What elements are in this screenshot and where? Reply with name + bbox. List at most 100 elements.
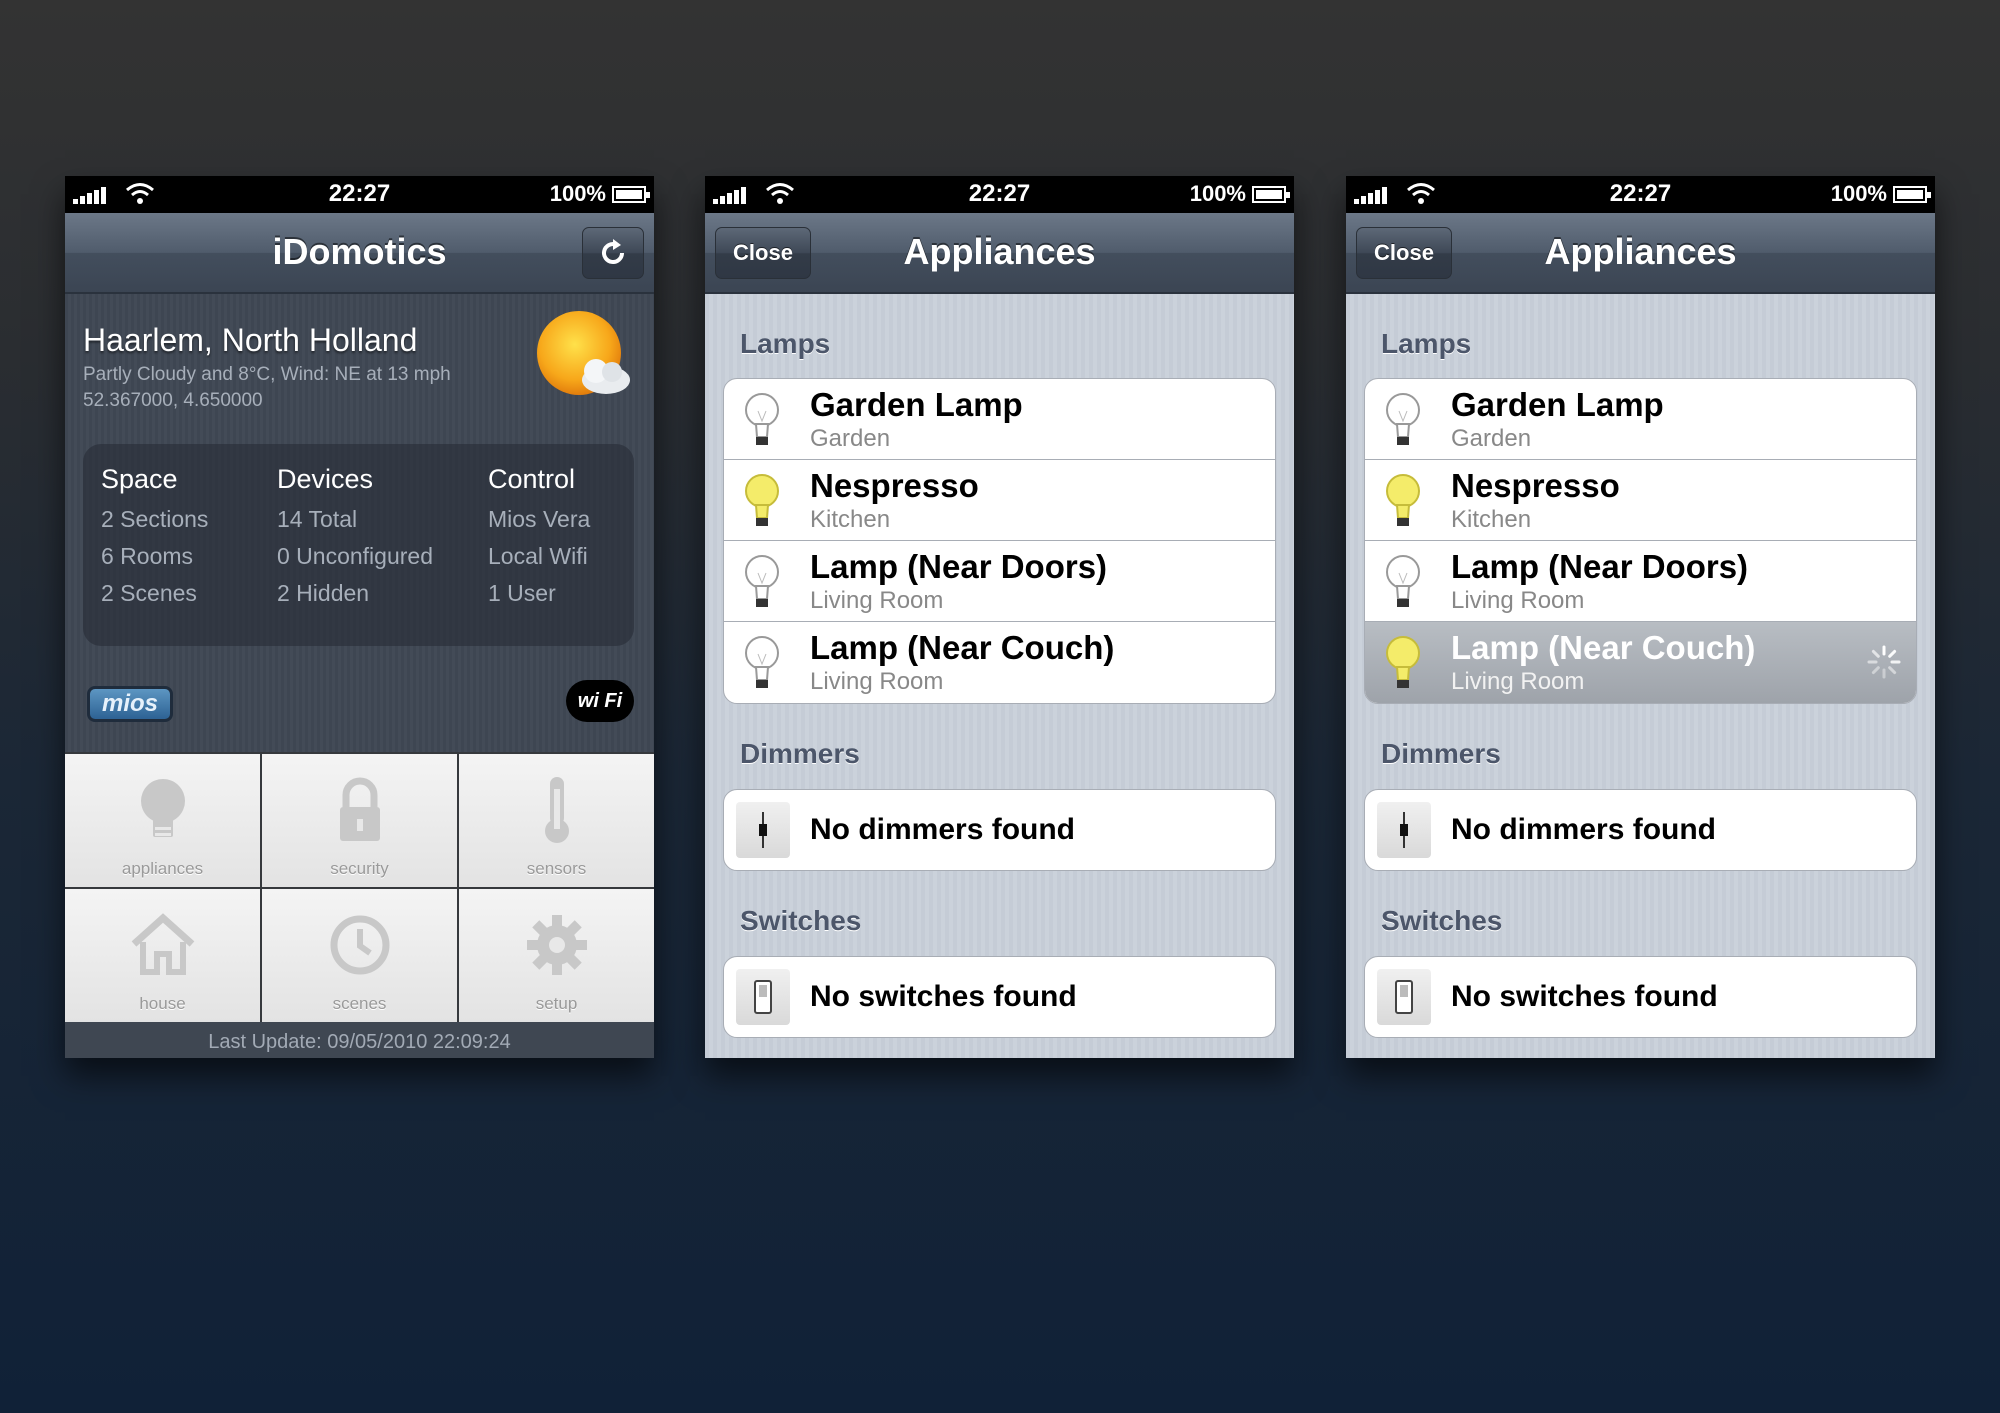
lamps-section-title: Lamps (1381, 328, 1472, 359)
thermometer-icon (522, 774, 592, 846)
tile-label: setup (535, 994, 578, 1013)
control-stats: Control Mios Vera Local Wifi 1 User (488, 464, 590, 612)
location-title: Haarlem, North Holland (83, 322, 418, 358)
lamp-row[interactable]: Nespresso Kitchen (1365, 460, 1916, 541)
scenes-tile[interactable]: scenes (262, 889, 457, 1022)
lamp-row-selected[interactable]: Lamp (Near Couch) Living Room (1365, 622, 1916, 703)
dimmers-section-title: Dimmers (740, 738, 860, 769)
clock-icon (325, 909, 395, 981)
loading-spinner-icon (1867, 645, 1901, 679)
status-bar: 22:27 100% (1346, 176, 1935, 213)
nav-bar: Close Appliances (705, 213, 1294, 294)
lamp-row[interactable]: Nespresso Kitchen (724, 460, 1275, 541)
switch-icon (1377, 969, 1431, 1025)
security-tile[interactable]: security (262, 754, 457, 887)
dimmer-icon (736, 802, 790, 858)
nav-bar: Close Appliances (1346, 213, 1935, 294)
lightbulb-on-icon (745, 474, 779, 526)
no-switches-row: No switches found (724, 957, 1275, 1037)
home-screen: 22:27 100% iDomotics Haarlem, North Holl… (65, 176, 654, 1058)
switch-icon (736, 969, 790, 1025)
lamp-room: Living Room (810, 587, 944, 614)
switches-section-title: Switches (1381, 905, 1503, 936)
tile-label: security (330, 859, 389, 878)
lamp-row[interactable]: Lamp (Near Doors) Living Room (1365, 541, 1916, 622)
screen-title: Appliances (1544, 231, 1737, 272)
dimmers-group: No dimmers found (1364, 789, 1917, 871)
appliances-screen: 22:27 100% Close Appliances Lamps Garden… (705, 176, 1294, 1058)
refresh-button[interactable] (582, 227, 644, 279)
battery-icon (612, 186, 650, 203)
switches-group: No switches found (1364, 956, 1917, 1038)
devices-stats: Devices 14 Total 0 Unconfigured 2 Hidden (277, 464, 433, 612)
stats-panel: Space 2 Sections 6 Rooms 2 Scenes Device… (83, 444, 634, 646)
dimmer-icon (1377, 802, 1431, 858)
space-line: 2 Sections (101, 506, 209, 532)
devices-heading: Devices (277, 464, 374, 494)
battery-percent: 100% (1189, 181, 1246, 206)
lamp-row[interactable]: Garden Lamp Garden (1365, 379, 1916, 460)
control-heading: Control (488, 464, 576, 494)
control-line: Mios Vera (488, 506, 591, 532)
house-tile[interactable]: house (65, 889, 260, 1022)
devices-line: 0 Unconfigured (277, 543, 433, 569)
status-bar: 22:27 100% (65, 176, 654, 213)
app-title: iDomotics (272, 231, 447, 272)
lamp-name: Lamp (Near Couch) (1451, 629, 1756, 666)
partly-cloudy-icon (537, 311, 630, 395)
tile-label: scenes (332, 994, 387, 1013)
setup-tile[interactable]: setup (459, 889, 654, 1022)
battery-percent: 100% (1830, 181, 1887, 206)
lightbulb-icon (128, 774, 198, 846)
lightbulb-on-icon (1386, 474, 1420, 526)
no-dimmers-row: No dimmers found (1365, 790, 1916, 870)
lamp-row[interactable]: Lamp (Near Doors) Living Room (724, 541, 1275, 622)
last-update: Last Update: 09/05/2010 22:09:24 (65, 1022, 654, 1058)
lamp-room: Kitchen (810, 506, 891, 533)
lamp-room: Living Room (1451, 668, 1585, 695)
lightbulb-off-icon (745, 393, 779, 445)
lamp-name: Garden Lamp (810, 386, 1023, 423)
lightbulb-off-icon (745, 636, 779, 688)
dimmers-section-title: Dimmers (1381, 738, 1501, 769)
devices-line: 14 Total (277, 506, 358, 532)
lamp-row[interactable]: Garden Lamp Garden (724, 379, 1275, 460)
no-switches-text: No switches found (810, 980, 1077, 1013)
sensors-tile[interactable]: sensors (459, 754, 654, 887)
gear-icon (522, 909, 592, 981)
lamp-room: Garden (1451, 425, 1532, 452)
battery-icon (1252, 186, 1290, 203)
appliances-tile[interactable]: appliances (65, 754, 260, 887)
lamp-room: Living Room (810, 668, 944, 695)
lamps-group: Garden Lamp Garden Nespresso Kitchen Lam… (1364, 378, 1917, 704)
lamps-group: Garden Lamp Garden Nespresso Kitchen Lam… (723, 378, 1276, 704)
tile-label: house (139, 994, 186, 1013)
lamps-section-title: Lamps (740, 328, 831, 359)
weather-text: Partly Cloudy and 8°C, Wind: NE at 13 mp… (83, 364, 451, 385)
lamp-room: Kitchen (1451, 506, 1532, 533)
lamp-name: Garden Lamp (1451, 386, 1664, 423)
devices-line: 2 Hidden (277, 580, 370, 606)
appliances-list: Lamps Garden Lamp Garden Nespresso Kitch… (705, 294, 1294, 1058)
appliances-list: Lamps Garden Lamp Garden Nespresso Kitch… (1346, 294, 1935, 1058)
house-icon (128, 909, 198, 981)
control-line: 1 User (488, 580, 556, 606)
nav-bar: iDomotics (65, 213, 654, 294)
control-line: Local Wifi (488, 543, 588, 569)
appliances-loading-screen: 22:27 100% Close Appliances Lamps Garden… (1346, 176, 1935, 1058)
space-stats: Space 2 Sections 6 Rooms 2 Scenes (101, 464, 208, 612)
no-switches-row: No switches found (1365, 957, 1916, 1037)
refresh-icon (602, 239, 624, 264)
lamp-name: Nespresso (810, 467, 979, 504)
lightbulb-on-icon (1386, 636, 1420, 688)
lightbulb-off-icon (1386, 555, 1420, 607)
lamp-row[interactable]: Lamp (Near Couch) Living Room (724, 622, 1275, 703)
tile-label: appliances (121, 859, 204, 878)
switches-section-title: Switches (740, 905, 862, 936)
coordinates-text: 52.367000, 4.650000 (83, 390, 263, 411)
mios-logo: mios (87, 686, 173, 722)
no-dimmers-text: No dimmers found (810, 813, 1076, 846)
no-dimmers-text: No dimmers found (1451, 813, 1717, 846)
wifi-logo: wi Fi (566, 680, 634, 722)
lock-icon (325, 774, 395, 846)
